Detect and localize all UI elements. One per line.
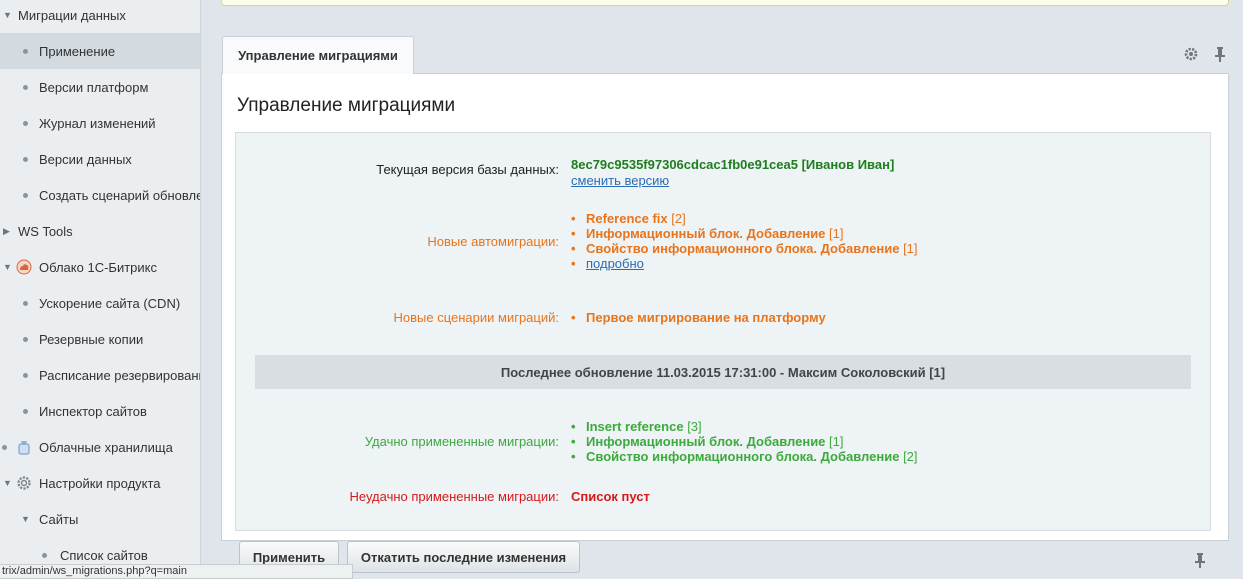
success-label: Удачно примененные миграции:	[364, 434, 559, 449]
rollback-button[interactable]: Откатить последние изменения	[347, 541, 580, 573]
sidebar-item-change-log[interactable]: Журнал изменений	[0, 105, 200, 141]
list-item: Свойство информационного блока. Добавлен…	[571, 449, 918, 464]
sidebar-item-sites[interactable]: ▼ Сайты	[0, 501, 200, 537]
last-update-bar: Последнее обновление 11.03.2015 17:31:00…	[255, 355, 1191, 389]
sidebar-item-cdn[interactable]: Ускорение сайта (CDN)	[0, 285, 200, 321]
sidebar: ▼ Миграции данных Применение Версии плат…	[0, 0, 201, 579]
failed-label: Неудачно примененные миграции:	[349, 489, 560, 504]
sidebar-item-product-settings[interactable]: ▼ Настройки продукта	[0, 465, 200, 501]
page-title: Управление миграциями	[237, 95, 456, 116]
change-version-link[interactable]: сменить версию	[571, 173, 669, 188]
bullet-icon	[23, 372, 28, 378]
bullet-icon	[23, 336, 28, 342]
chevron-right-icon: ▶	[3, 225, 10, 236]
sidebar-item-create-scenario[interactable]: Создать сценарий обновле	[0, 177, 200, 213]
gear-icon	[16, 475, 32, 491]
migration-panel: Управление миграциями Текущая версия баз…	[221, 73, 1229, 541]
auto-migrations-list: Reference fix [2] Информационный блок. Д…	[571, 211, 918, 271]
sidebar-item-data-versions[interactable]: Версии данных	[0, 141, 200, 177]
chevron-down-icon: ▼	[21, 514, 30, 524]
bullet-icon	[23, 408, 28, 414]
bullet-icon	[23, 300, 28, 306]
details-link[interactable]: подробно	[586, 256, 644, 271]
bullet-icon	[2, 444, 7, 450]
list-item: Информационный блок. Добавление [1]	[571, 226, 918, 241]
list-item: Первое мигрирование на платформу	[571, 310, 826, 325]
pin-icon[interactable]	[1213, 46, 1227, 65]
tab-toolbar	[1183, 46, 1227, 65]
list-item: Reference fix [2]	[571, 211, 918, 226]
migration-form: Текущая версия базы данных: 8ec79c9535f9…	[235, 132, 1211, 531]
status-bar-url: trix/admin/ws_migrations.php?q=main	[0, 564, 353, 579]
bullet-icon	[23, 120, 28, 126]
sidebar-item-ws-tools[interactable]: ▶ WS Tools	[0, 213, 200, 249]
bullet-icon	[23, 192, 28, 198]
cloud-icon	[16, 259, 32, 275]
main-area: Управление миграциями Управление миграци…	[201, 0, 1243, 579]
bullet-icon	[23, 48, 28, 54]
list-item: Свойство информационного блока. Добавлен…	[571, 241, 918, 256]
scenarios-list: Первое мигрирование на платформу	[571, 310, 826, 325]
tab-migration-management[interactable]: Управление миграциями	[222, 36, 414, 74]
gear-icon[interactable]	[1183, 46, 1199, 65]
bullet-icon	[42, 552, 47, 558]
bullet-icon	[23, 156, 28, 162]
list-item: Информационный блок. Добавление [1]	[571, 434, 918, 449]
sidebar-item-platform-versions[interactable]: Версии платформ	[0, 69, 200, 105]
notification-bar	[221, 0, 1229, 6]
sidebar-item-cloud-bitrix[interactable]: ▼ Облако 1С-Битрикс	[0, 249, 200, 285]
failed-value: Список пуст	[571, 489, 650, 504]
chevron-down-icon: ▼	[3, 262, 12, 272]
bullet-icon	[23, 84, 28, 90]
auto-migrations-label: Новые автомиграции:	[427, 234, 559, 249]
scenarios-label: Новые сценарии миграций:	[393, 310, 560, 325]
sidebar-item-apply[interactable]: Применение	[0, 33, 200, 69]
sidebar-item-site-inspector[interactable]: Инспектор сайтов	[0, 393, 200, 429]
sidebar-item-data-migrations[interactable]: ▼ Миграции данных	[0, 0, 200, 33]
list-item: Insert reference [3]	[571, 419, 918, 434]
success-list: Insert reference [3] Информационный блок…	[571, 419, 918, 464]
chevron-down-icon: ▼	[3, 10, 12, 20]
sidebar-item-cloud-storage[interactable]: Облачные хранилища	[0, 429, 200, 465]
sidebar-item-backup-schedule[interactable]: Расписание резервировани	[0, 357, 200, 393]
list-item: подробно	[571, 256, 918, 271]
current-version-value: 8ec79c9535f97306cdcac1fb0e91cea5 [Иванов…	[571, 157, 894, 188]
pin-icon[interactable]	[1193, 552, 1207, 571]
chevron-down-icon: ▼	[3, 478, 12, 488]
version-hash: 8ec79c9535f97306cdcac1fb0e91cea5 [Иванов…	[571, 157, 895, 172]
sidebar-item-backups[interactable]: Резервные копии	[0, 321, 200, 357]
current-version-label: Текущая версия базы данных:	[376, 162, 559, 177]
storage-icon	[16, 439, 32, 455]
